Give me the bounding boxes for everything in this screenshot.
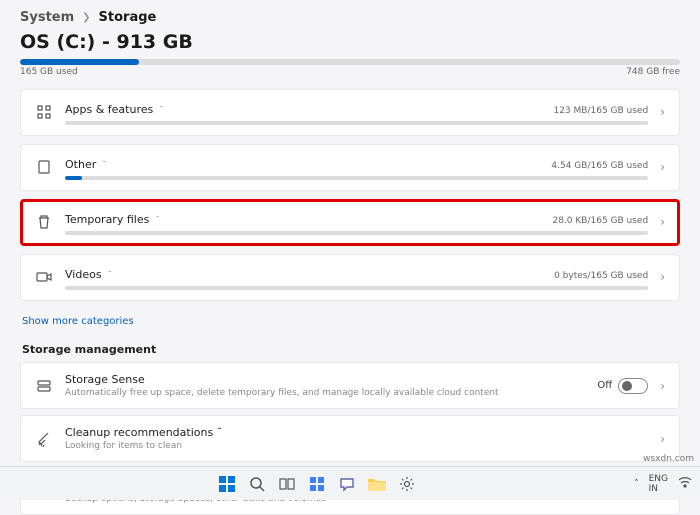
show-more-categories-link[interactable]: Show more categories [22,316,134,327]
file-explorer-icon[interactable] [366,473,388,495]
tray-chevron-icon[interactable]: ˄ [634,479,639,489]
category-usage: 0 bytes/165 GB used [554,271,648,281]
chevron-right-icon: › [660,270,665,284]
mgmt-title: Cleanup recommendations ˘ [65,426,648,439]
category-bar [65,231,648,235]
search-icon[interactable] [246,473,268,495]
mgmt-subtitle: Automatically free up space, delete temp… [65,388,585,398]
disk-free-label: 748 GB free [626,67,680,77]
mgmt-storage-sense[interactable]: Storage Sense Automatically free up space… [20,362,680,409]
category-bar [65,121,648,125]
storage-category-apps-features[interactable]: Apps & features˘123 MB/165 GB used› [20,89,680,136]
other-icon [35,158,53,176]
category-bar [65,286,648,290]
tray-lang[interactable]: ENG IN [649,474,668,494]
chevron-right-icon: › [660,432,665,446]
settings-icon[interactable] [396,473,418,495]
category-usage: 4.54 GB/165 GB used [551,161,648,171]
breadcrumb-current: Storage [99,10,157,25]
widgets-icon[interactable] [306,473,328,495]
task-view-icon[interactable] [276,473,298,495]
chevron-right-icon: › [660,160,665,174]
category-bar [65,176,648,180]
disk-usage-bar [20,59,680,65]
breadcrumb[interactable]: System ❯ Storage [20,10,680,25]
storage-category-other[interactable]: Other˘4.54 GB/165 GB used› [20,144,680,191]
category-label: Other [65,158,96,171]
apps-icon [35,103,53,121]
disk-used-label: 165 GB used [20,67,78,77]
start-icon[interactable] [216,473,238,495]
category-label: Temporary files [65,213,149,226]
disk-usage-fill [20,59,139,65]
storage-sense-toggle[interactable] [618,378,648,394]
taskbar[interactable]: ˄ ENG IN [0,466,700,500]
disk-title: OS (C:) - 913 GB [20,31,680,53]
chevron-right-icon: › [660,379,665,393]
video-icon [35,268,53,286]
trash-icon [35,213,53,231]
storage-category-temporary-files[interactable]: Temporary files˘28.0 KB/165 GB used› [20,199,680,246]
watermark-text: wsxdn.com [643,454,694,464]
category-label: Apps & features [65,103,153,116]
category-usage: 123 MB/165 GB used [553,106,648,116]
toggle-state: Off [597,380,612,391]
storage-management-header: Storage management [22,343,678,356]
broom-icon [35,430,53,448]
storage-sense-icon [35,377,53,395]
chat-icon[interactable] [336,473,358,495]
tray-wifi-icon[interactable] [678,476,692,491]
mgmt-cleanup-recommendations[interactable]: Cleanup recommendations ˘ Looking for ite… [20,415,680,462]
category-usage: 28.0 KB/165 GB used [552,216,648,226]
chevron-right-icon: › [660,105,665,119]
chevron-right-icon: ❯ [82,12,90,23]
storage-category-videos[interactable]: Videos˘0 bytes/165 GB used› [20,254,680,301]
category-label: Videos [65,268,102,281]
mgmt-subtitle: Looking for items to clean [65,441,648,451]
mgmt-title: Storage Sense [65,373,585,386]
chevron-right-icon: › [660,215,665,229]
breadcrumb-prev[interactable]: System [20,10,74,25]
